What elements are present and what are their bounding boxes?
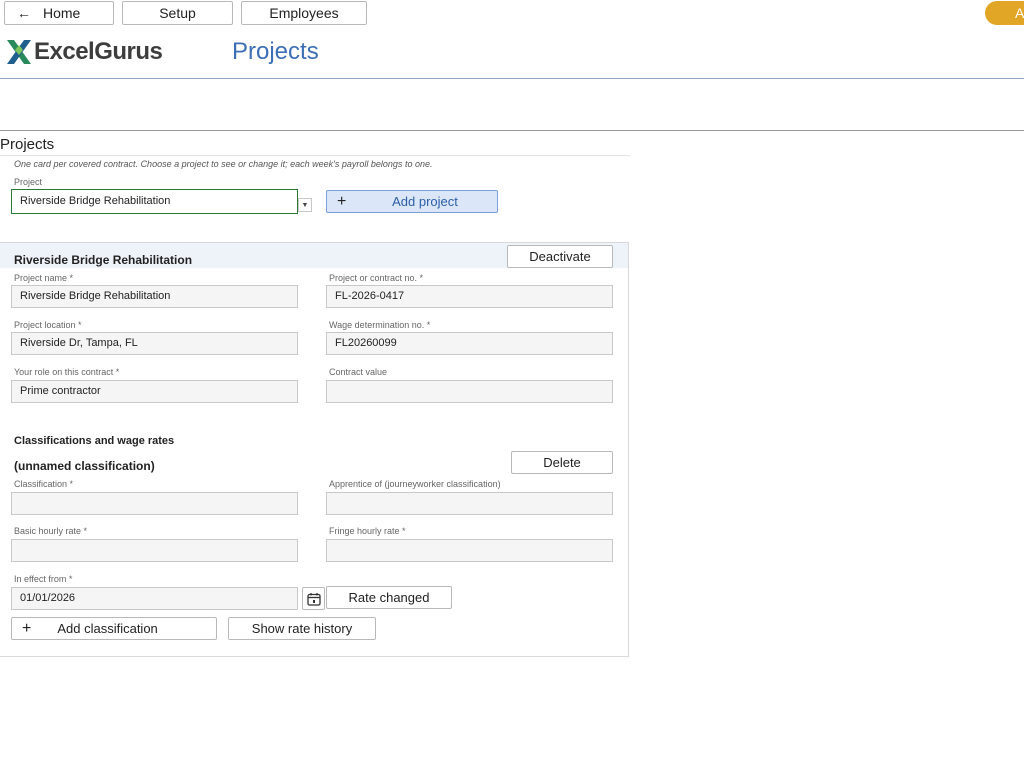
role-field[interactable]: Prime contractor bbox=[11, 380, 298, 403]
page-title: Projects bbox=[232, 38, 319, 65]
apprentice-of-field[interactable] bbox=[326, 492, 613, 515]
apprentice-of-label: Apprentice of (journeyworker classificat… bbox=[329, 479, 501, 489]
project-card-title: Riverside Bridge Rehabilitation bbox=[14, 253, 193, 267]
location-label: Project location * bbox=[14, 320, 82, 330]
wage-determination-field[interactable]: FL20260099 bbox=[326, 332, 613, 355]
role-label: Your role on this contract * bbox=[14, 367, 120, 377]
delete-label: Delete bbox=[543, 455, 581, 470]
employees-button[interactable]: Employees bbox=[241, 1, 367, 25]
add-project-button[interactable]: + Add project bbox=[326, 190, 498, 213]
setup-label: Setup bbox=[159, 5, 196, 21]
contract-no-field[interactable]: FL-2026-0417 bbox=[326, 285, 613, 308]
arrow-left-icon: ← bbox=[17, 5, 31, 21]
section-divider bbox=[0, 130, 1024, 131]
effective-date-field[interactable]: 01/01/2026 bbox=[11, 587, 298, 610]
calendar-icon[interactable] bbox=[302, 587, 325, 610]
fringe-rate-label: Fringe hourly rate * bbox=[329, 526, 406, 536]
effective-date-label: In effect from * bbox=[14, 574, 73, 584]
contract-no-label: Project or contract no. * bbox=[329, 273, 424, 283]
add-project-label: Add project bbox=[392, 194, 458, 209]
project-select-label: Project bbox=[14, 177, 43, 187]
projects-hint: One card per covered contract. Choose a … bbox=[14, 159, 433, 169]
classification-label: Classification * bbox=[14, 479, 74, 489]
contract-value-label: Contract value bbox=[329, 367, 388, 377]
delete-classification-button[interactable]: Delete bbox=[511, 451, 613, 474]
logo-text: ExcelGurus bbox=[34, 38, 163, 65]
project-select[interactable]: Riverside Bridge Rehabilitation bbox=[11, 189, 298, 214]
excelgurus-logo: ExcelGurus bbox=[5, 38, 163, 66]
calendar-glyph bbox=[306, 592, 321, 606]
rate-changed-label: Rate changed bbox=[348, 590, 430, 605]
home-button[interactable]: ← Home bbox=[4, 1, 114, 25]
contract-value-field[interactable] bbox=[326, 380, 613, 403]
section-title-underline bbox=[0, 155, 630, 156]
home-label: Home bbox=[43, 5, 81, 21]
classification-item-title: (unnamed classification) bbox=[14, 459, 155, 473]
deactivate-label: Deactivate bbox=[529, 249, 591, 264]
fringe-rate-field[interactable] bbox=[326, 539, 613, 562]
classification-field[interactable] bbox=[11, 492, 298, 515]
deactivate-button[interactable]: Deactivate bbox=[507, 245, 613, 268]
plus-icon: + bbox=[22, 619, 32, 637]
employees-label: Employees bbox=[269, 5, 339, 21]
logo-x-icon bbox=[7, 40, 31, 64]
show-rate-history-label: Show rate history bbox=[251, 621, 353, 636]
setup-button[interactable]: Setup bbox=[122, 1, 233, 25]
basic-rate-field[interactable] bbox=[11, 539, 298, 562]
rate-changed-button[interactable]: Rate changed bbox=[326, 586, 452, 609]
plus-icon: + bbox=[337, 193, 347, 210]
add-classification-button[interactable]: + Add classification bbox=[11, 617, 217, 640]
project-name-field[interactable]: Riverside Bridge Rehabilitation bbox=[11, 285, 298, 308]
show-rate-history-button[interactable]: Show rate history bbox=[228, 617, 376, 640]
add-classification-label: Add classification bbox=[57, 621, 158, 636]
project-name-label: Project name * bbox=[14, 273, 74, 283]
classifications-heading: Classifications and wage rates bbox=[14, 435, 175, 447]
account-button[interactable]: A bbox=[985, 1, 1024, 25]
wage-determination-label: Wage determination no. * bbox=[329, 320, 431, 330]
account-initial: A bbox=[1015, 5, 1024, 21]
chevron-down-icon[interactable]: ▼ bbox=[298, 198, 312, 212]
basic-rate-label: Basic hourly rate * bbox=[14, 526, 88, 536]
header-divider bbox=[0, 78, 1024, 79]
projects-section-title: Projects bbox=[0, 136, 55, 153]
location-field[interactable]: Riverside Dr, Tampa, FL bbox=[11, 332, 298, 355]
project-card: Riverside Bridge Rehabilitation Deactiva… bbox=[0, 242, 629, 657]
